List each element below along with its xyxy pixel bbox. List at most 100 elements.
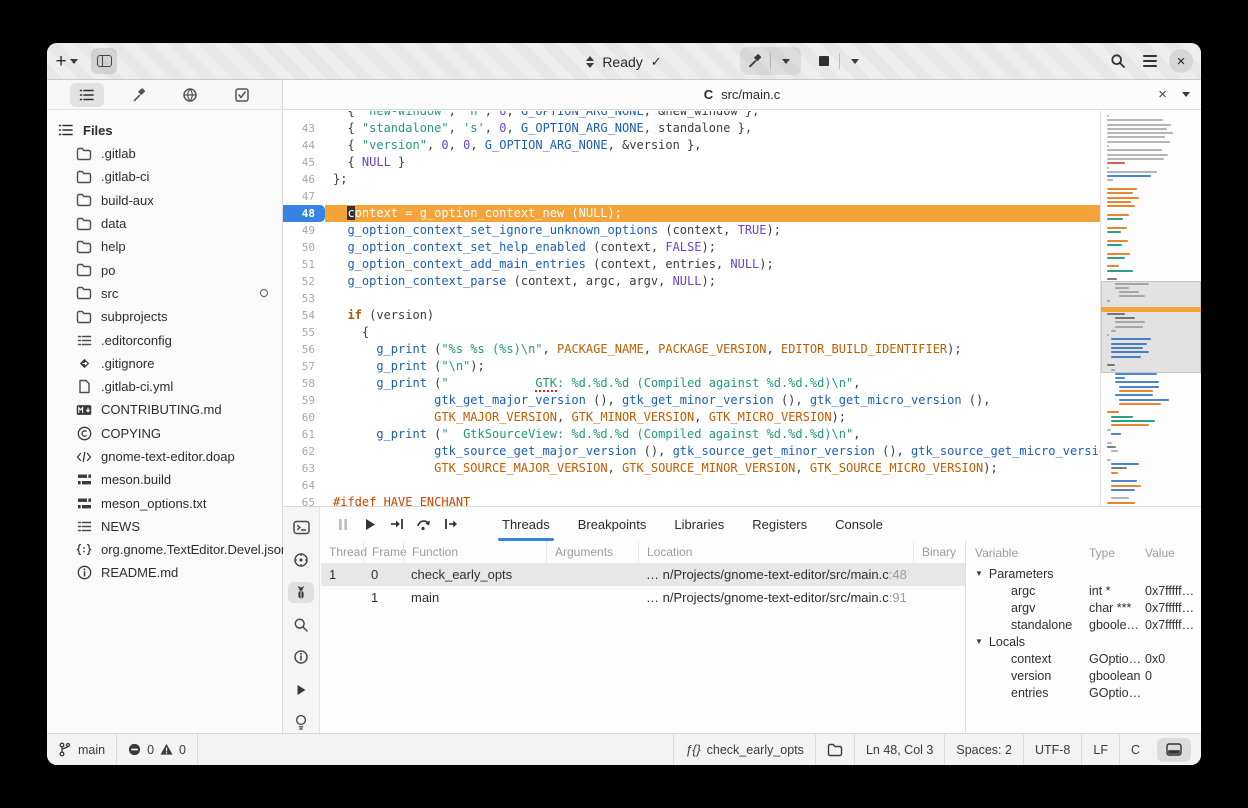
code-line[interactable]: 51 g_option_context_add_main_entries (co… bbox=[283, 256, 1100, 273]
terminal-panel-button[interactable] bbox=[288, 517, 314, 538]
line-number[interactable]: 47 bbox=[283, 188, 325, 205]
pause-button[interactable] bbox=[329, 512, 356, 536]
menu-button[interactable] bbox=[1137, 48, 1163, 74]
run-output-button[interactable] bbox=[288, 679, 314, 700]
files-panel-button[interactable] bbox=[70, 83, 104, 107]
minimap[interactable] bbox=[1100, 111, 1201, 506]
line-number[interactable]: 60 bbox=[283, 409, 325, 426]
debugger-tab-libraries[interactable]: Libraries bbox=[660, 507, 738, 541]
code-line[interactable]: 44 { "version", 0, 0, G_OPTION_ARG_NONE,… bbox=[283, 137, 1100, 154]
project-folder-button[interactable] bbox=[816, 734, 854, 765]
file-row[interactable]: .gitlab-ci.yml bbox=[47, 375, 282, 398]
branch-button[interactable]: main bbox=[47, 734, 116, 765]
cursor-position-button[interactable]: Ln 48, Col 3 bbox=[855, 734, 944, 765]
expander-icon[interactable]: ▼ bbox=[975, 637, 983, 646]
line-ending-button[interactable]: LF bbox=[1082, 734, 1119, 765]
code-editor[interactable]: { "new-window", 'n', 0, G_OPTION_ARG_NON… bbox=[283, 111, 1201, 506]
file-row[interactable]: NEWS bbox=[47, 515, 282, 538]
problems-panel-button[interactable] bbox=[288, 647, 314, 668]
line-number[interactable]: 55 bbox=[283, 324, 325, 341]
line-number[interactable]: 52 bbox=[283, 273, 325, 290]
line-number[interactable]: 45 bbox=[283, 154, 325, 171]
find-in-files-button[interactable] bbox=[288, 614, 314, 635]
line-number[interactable]: 63 bbox=[283, 460, 325, 477]
line-number[interactable]: 46 bbox=[283, 171, 325, 188]
current-debug-line[interactable]: 48 context = g_option_context_new (NULL)… bbox=[283, 205, 1100, 222]
file-row[interactable]: .gitlab bbox=[47, 142, 282, 165]
step-out-button[interactable] bbox=[437, 512, 464, 536]
code-line[interactable]: 52 g_option_context_parse (context, argc… bbox=[283, 273, 1100, 290]
variable-group-row[interactable]: ▼Parameters bbox=[967, 565, 1201, 582]
code-line[interactable]: 65#ifdef HAVE_ENCHANT bbox=[283, 494, 1100, 506]
todo-panel-button[interactable] bbox=[225, 83, 259, 107]
line-number[interactable]: 43 bbox=[283, 120, 325, 137]
file-row[interactable]: .gitlab-ci bbox=[47, 165, 282, 188]
code-line[interactable]: 57 g_print ("\n"); bbox=[283, 358, 1100, 375]
variable-row[interactable]: argcint *0x7fffff… bbox=[967, 582, 1201, 599]
code-area[interactable]: { "new-window", 'n', 0, G_OPTION_ARG_NON… bbox=[283, 111, 1100, 506]
line-number[interactable]: 59 bbox=[283, 392, 325, 409]
file-row[interactable]: gnome-text-editor.doap bbox=[47, 445, 282, 468]
variable-row[interactable]: versiongboolean0 bbox=[967, 667, 1201, 684]
toggle-bottom-panel-button[interactable] bbox=[1157, 738, 1191, 762]
file-row[interactable]: README.md bbox=[47, 561, 282, 584]
line-number[interactable]: 49 bbox=[283, 222, 325, 239]
build-options-button[interactable] bbox=[773, 48, 799, 74]
stack-frame-row[interactable]: 10check_early_opts… n/Projects/gnome-tex… bbox=[321, 563, 965, 586]
code-line[interactable]: 62 gtk_source_get_major_version (), gtk_… bbox=[283, 443, 1100, 460]
code-line[interactable]: 58 g_print (" GTK: %d.%d.%d (Compiled ag… bbox=[283, 375, 1100, 392]
code-line[interactable]: 61 g_print (" GtkSourceView: %d.%d.%d (C… bbox=[283, 426, 1100, 443]
minimap-viewport[interactable] bbox=[1101, 281, 1201, 373]
file-row[interactable]: CONTRIBUTING.md bbox=[47, 398, 282, 421]
breakpoint-line-number[interactable]: 48 bbox=[283, 205, 325, 222]
file-row[interactable]: src bbox=[47, 282, 282, 305]
line-number[interactable]: 57 bbox=[283, 358, 325, 375]
encoding-button[interactable]: UTF-8 bbox=[1024, 734, 1081, 765]
build-targets-button[interactable] bbox=[122, 83, 156, 107]
new-tab-button[interactable]: + bbox=[55, 48, 81, 74]
code-line[interactable]: { "new-window", 'n', 0, G_OPTION_ARG_NON… bbox=[283, 111, 1100, 120]
close-window-button[interactable]: × bbox=[1169, 49, 1193, 73]
line-number[interactable]: 64 bbox=[283, 477, 325, 494]
variable-row[interactable]: argvchar ***0x7fffff… bbox=[967, 599, 1201, 616]
variable-group-row[interactable]: ▼Locals bbox=[967, 633, 1201, 650]
variable-row[interactable]: standalonegboole…0x7fffff… bbox=[967, 616, 1201, 633]
stack-frame-row[interactable]: 1main… n/Projects/gnome-text-editor/src/… bbox=[321, 586, 965, 609]
debugger-tab-console[interactable]: Console bbox=[821, 507, 897, 541]
debugger-tab-threads[interactable]: Threads bbox=[488, 507, 564, 541]
variable-row[interactable]: contextGOptio…0x0 bbox=[967, 650, 1201, 667]
code-line[interactable]: 50 g_option_context_set_help_enabled (co… bbox=[283, 239, 1100, 256]
omnibar[interactable]: Ready ✓ bbox=[514, 49, 734, 74]
code-line[interactable]: 49 g_option_context_set_ignore_unknown_o… bbox=[283, 222, 1100, 239]
close-tab-button[interactable]: × bbox=[1158, 86, 1167, 103]
debugger-tab-registers[interactable]: Registers bbox=[738, 507, 821, 541]
file-row[interactable]: .gitignore bbox=[47, 352, 282, 375]
line-number[interactable]: 65 bbox=[283, 494, 325, 506]
step-over-button[interactable] bbox=[410, 512, 437, 536]
language-button[interactable]: C bbox=[1120, 734, 1151, 765]
line-number[interactable]: 53 bbox=[283, 290, 325, 307]
tab-list-button[interactable] bbox=[1182, 92, 1190, 97]
code-line[interactable]: 45 { NULL } bbox=[283, 154, 1100, 171]
file-row[interactable]: meson_options.txt bbox=[47, 491, 282, 514]
current-function-button[interactable]: ƒ{} check_early_opts bbox=[674, 734, 815, 765]
code-line[interactable]: 47 bbox=[283, 188, 1100, 205]
code-line[interactable]: 63 GTK_SOURCE_MAJOR_VERSION, GTK_SOURCE_… bbox=[283, 460, 1100, 477]
file-row[interactable]: help bbox=[47, 235, 282, 258]
line-number[interactable]: 58 bbox=[283, 375, 325, 392]
suggestions-panel-button[interactable] bbox=[288, 712, 314, 733]
line-number[interactable]: 44 bbox=[283, 137, 325, 154]
line-number[interactable]: 61 bbox=[283, 426, 325, 443]
line-number[interactable]: 50 bbox=[283, 239, 325, 256]
continue-button[interactable] bbox=[356, 512, 383, 536]
editor-tab[interactable]: C src/main.c bbox=[704, 87, 781, 102]
line-number[interactable]: 56 bbox=[283, 341, 325, 358]
indentation-button[interactable]: Spaces: 2 bbox=[945, 734, 1023, 765]
line-number[interactable]: 51 bbox=[283, 256, 325, 273]
line-number[interactable]: 62 bbox=[283, 443, 325, 460]
file-row[interactable]: org.gnome.TextEditor.Devel.json bbox=[47, 538, 282, 561]
file-row[interactable]: data bbox=[47, 212, 282, 235]
file-row[interactable]: .editorconfig bbox=[47, 328, 282, 351]
expander-icon[interactable]: ▼ bbox=[975, 569, 983, 578]
code-line[interactable]: 56 g_print ("%s %s (%s)\n", PACKAGE_NAME… bbox=[283, 341, 1100, 358]
